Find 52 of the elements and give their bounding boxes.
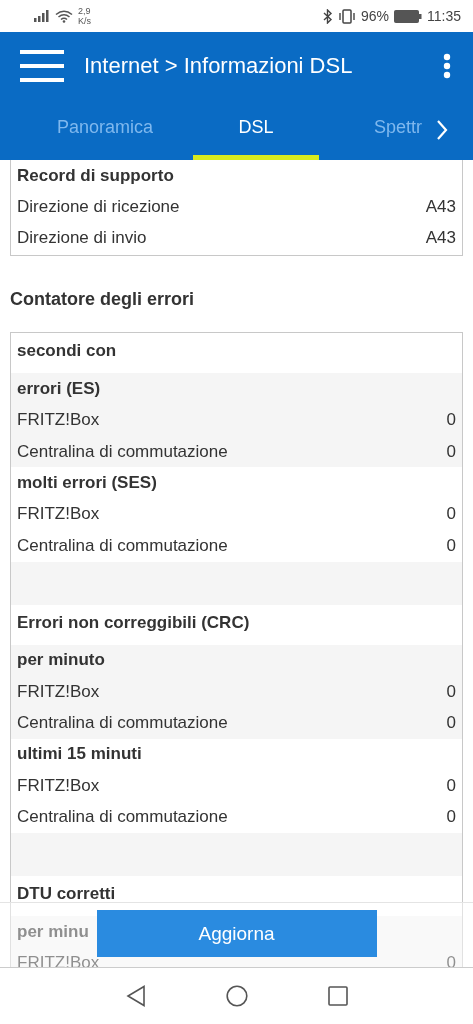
menu-button[interactable] <box>20 50 64 82</box>
row-value: 0 <box>446 681 456 702</box>
tab[interactable]: Spettr <box>328 100 422 160</box>
tab[interactable]: Panoramica <box>30 100 180 160</box>
tab[interactable]: DSL <box>193 100 319 160</box>
more-icon <box>443 53 451 79</box>
page-title: Internet > Informazioni DSL <box>84 53 354 79</box>
row-label: Centralina di commutazione <box>17 807 228 828</box>
row-value: A43 <box>425 228 456 249</box>
row-heading: DTU corretti <box>17 883 116 904</box>
speed-unit: K/s <box>78 16 91 26</box>
recents-icon <box>327 986 348 1006</box>
row-value: 0 <box>446 535 456 556</box>
row-value: A43 <box>425 197 456 218</box>
refresh-button[interactable]: Aggiorna <box>96 910 377 957</box>
home-icon <box>225 985 248 1007</box>
row-value: 0 <box>446 713 456 733</box>
row-label: Direzione di invio <box>17 228 147 249</box>
battery-icon <box>394 9 422 23</box>
row-label: FRITZ!Box <box>17 775 100 796</box>
signal-icon <box>34 10 50 22</box>
row-value: 0 <box>446 504 456 525</box>
battery-percent: 96% <box>360 8 389 24</box>
more-button[interactable] <box>443 53 451 79</box>
row-label: FRITZ!Box <box>17 504 100 525</box>
row-value: 0 <box>446 807 456 828</box>
row-value: 0 <box>446 441 456 462</box>
row-heading: per minuto <box>17 650 105 671</box>
row-label: Direzione di ricezione <box>17 197 180 218</box>
row-label: FRITZ!Box <box>17 681 100 702</box>
row-label: FRITZ!Box <box>17 410 100 431</box>
row-heading: Record di supporto <box>17 165 174 186</box>
row-value: 0 <box>446 775 456 796</box>
row-heading: ultimi 15 minuti <box>17 744 142 765</box>
wifi-icon <box>55 9 73 23</box>
row-heading: errori (ES) <box>17 378 101 399</box>
row-heading: secondi con <box>17 341 117 362</box>
clock: 11:35 <box>427 8 461 24</box>
row-label: Centralina di commutazione <box>17 535 228 556</box>
row-heading: per minu <box>17 921 89 942</box>
bluetooth-icon <box>322 8 333 24</box>
speed-value: 2,9 <box>78 6 91 16</box>
chevron-right-icon <box>436 119 448 141</box>
row-heading: Errori non correggibili (CRC) <box>17 612 250 633</box>
section-title: Contatore degli errori <box>10 289 196 312</box>
row-label: Centralina di commutazione <box>17 441 228 462</box>
row-heading: molti errori (SES) <box>17 473 157 494</box>
vibrate-icon <box>337 8 356 24</box>
row-value: 0 <box>446 410 456 431</box>
row-label: Centralina di commutazione <box>17 713 228 733</box>
menu-icon <box>20 50 64 82</box>
back-icon <box>125 985 146 1007</box>
